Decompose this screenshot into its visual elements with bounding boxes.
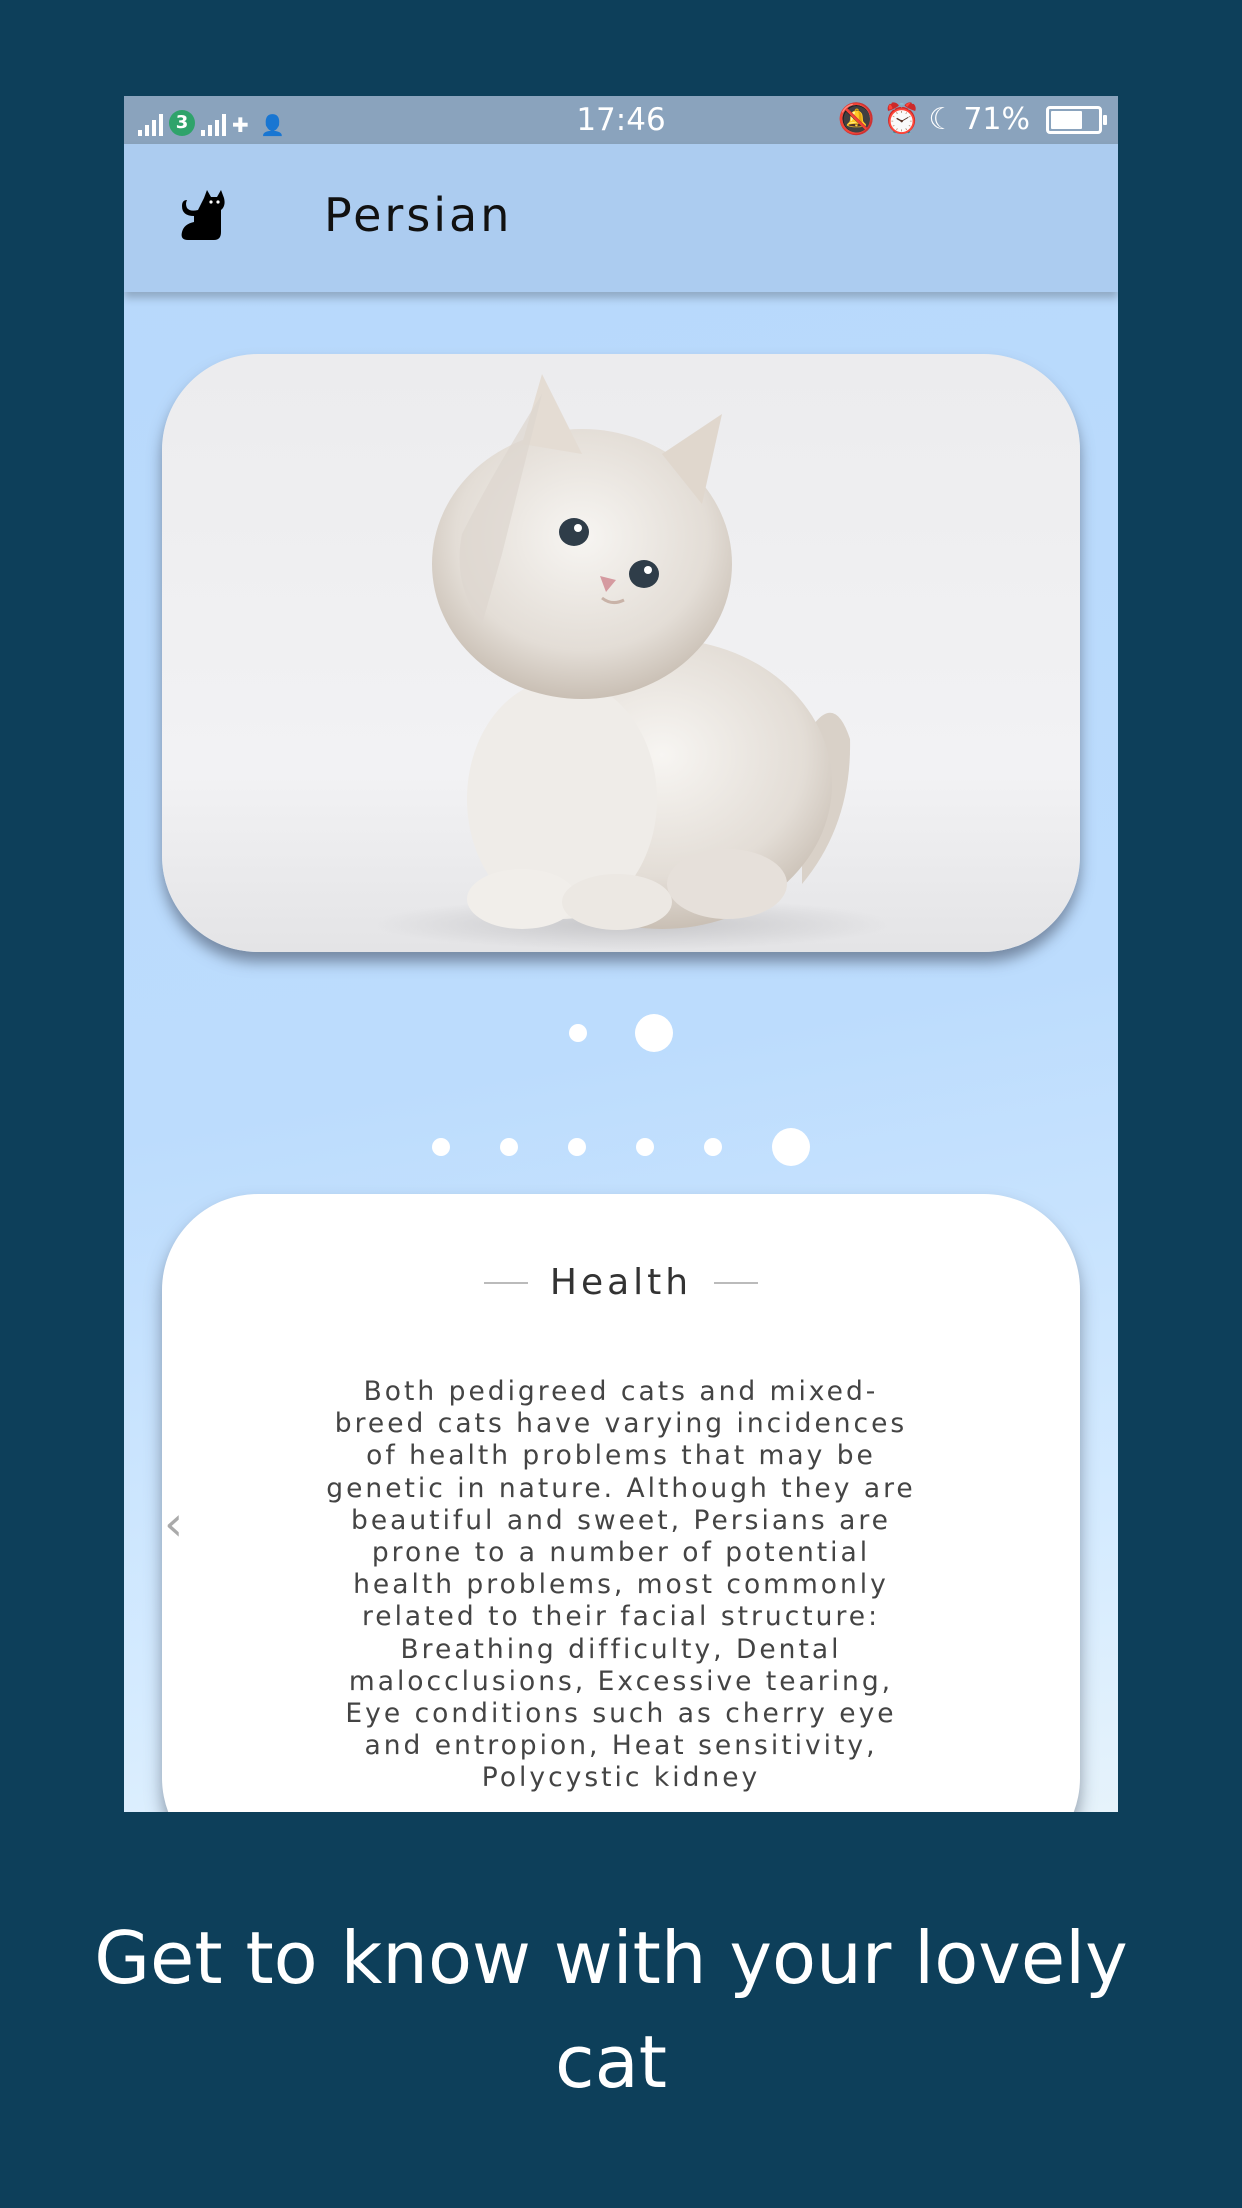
status-bar: 3 ✚ 👤 17:46 🔕 ⏰ ☾ 71%: [124, 96, 1118, 144]
indicator-dot[interactable]: [704, 1138, 722, 1156]
phone-screen: 3 ✚ 👤 17:46 🔕 ⏰ ☾ 71% Persian Health Bot…: [124, 96, 1118, 1812]
mute-icon: 🔕: [837, 102, 876, 137]
promo-caption: Get to know with your lovely cat: [94, 1916, 1128, 2104]
indicator-dot-active[interactable]: [772, 1128, 810, 1166]
indicator-dot[interactable]: [636, 1138, 654, 1156]
indicator-dot[interactable]: [432, 1138, 450, 1156]
section-page-indicator: [124, 1128, 1118, 1166]
indicator-dot[interactable]: [568, 1138, 586, 1156]
alarm-icon: ⏰: [883, 102, 921, 137]
indicator-dot[interactable]: [500, 1138, 518, 1156]
persian-kitten-image: [372, 374, 892, 950]
title-rule-left: [483, 1281, 528, 1284]
title-rule-right: [714, 1281, 759, 1284]
page-title: Persian: [324, 188, 513, 242]
battery-percent: 71%: [963, 102, 1030, 137]
cat-photo-card[interactable]: [162, 354, 1080, 952]
indicator-dot[interactable]: [569, 1024, 587, 1042]
cat-icon[interactable]: [174, 188, 230, 244]
battery-fill: [1051, 110, 1082, 129]
image-carousel-indicator: [124, 1014, 1118, 1052]
info-card-body: Both pedigreed cats and mixed-breed cats…: [326, 1376, 916, 1794]
section-title: Health: [549, 1262, 693, 1303]
indicator-dot-active[interactable]: [635, 1014, 673, 1052]
status-right-icons: 🔕 ⏰ ☾ 71%: [837, 102, 1107, 137]
chevron-left-icon[interactable]: ‹: [164, 1496, 183, 1552]
moon-icon: ☾: [928, 102, 956, 137]
app-bar: Persian: [124, 144, 1118, 292]
battery-icon: [1046, 105, 1107, 134]
info-card-heading: Health: [124, 1262, 1118, 1303]
